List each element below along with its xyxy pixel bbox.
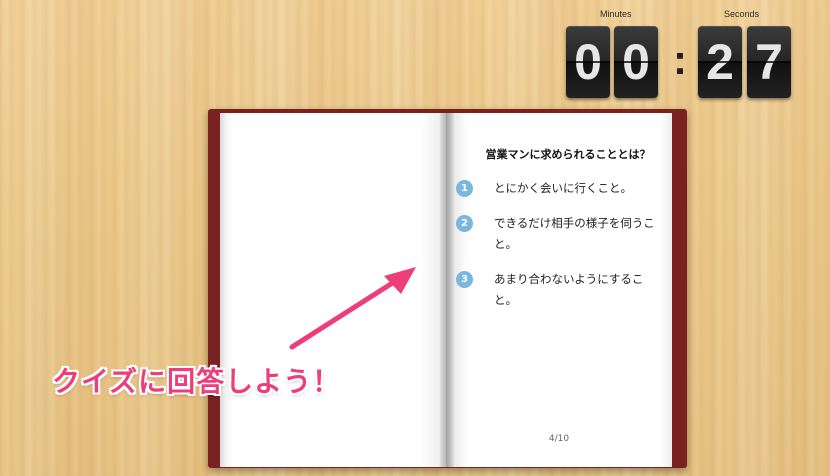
annotation-caption: クイズに回答しよう！ — [52, 365, 342, 398]
pointer-arrow-icon — [287, 263, 421, 352]
